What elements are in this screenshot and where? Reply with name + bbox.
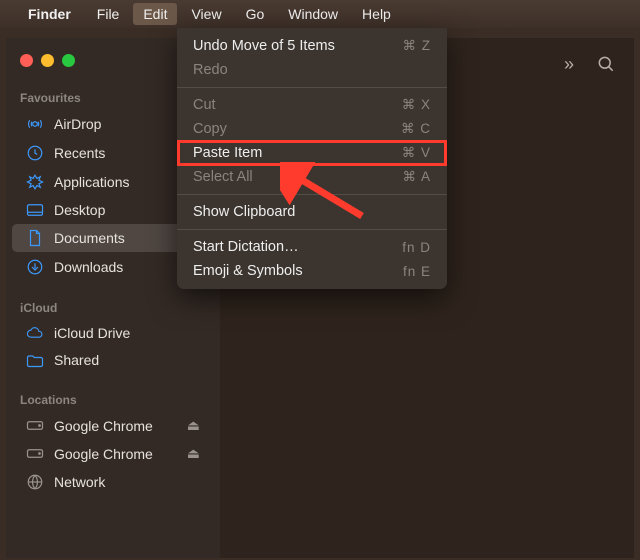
menu-item-label: Select All [193, 169, 253, 185]
shortcut: ⌘ X [402, 97, 431, 113]
sidebar-item-label: Desktop [54, 202, 105, 218]
menubar: Finder File Edit View Go Window Help [0, 0, 640, 28]
shortcut: ⌘ Z [403, 38, 432, 54]
sidebar-item-disk[interactable]: Google Chrome ⏏ [12, 440, 214, 467]
downloads-icon [26, 258, 44, 276]
sidebar-item-network[interactable]: Network [12, 468, 214, 496]
menu-item-cut: Cut ⌘ X [177, 93, 447, 117]
section-icloud: iCloud [6, 295, 220, 319]
sidebar-item-label: Documents [54, 230, 125, 246]
overflow-icon[interactable]: » [564, 54, 574, 75]
menu-item-start-dictation[interactable]: Start Dictation… fn D [177, 235, 447, 259]
menu-item-paste[interactable]: Paste Item ⌘ V [177, 140, 447, 166]
search-icon[interactable] [596, 54, 616, 74]
sidebar-item-label: AirDrop [54, 116, 101, 132]
app-name[interactable]: Finder [20, 3, 79, 25]
menu-item-label: Paste Item [193, 145, 262, 161]
sidebar-item-label: Applications [54, 174, 130, 190]
menu-item-show-clipboard[interactable]: Show Clipboard [177, 200, 447, 224]
shared-folder-icon [26, 353, 44, 368]
menu-go[interactable]: Go [236, 3, 275, 25]
menu-item-label: Redo [193, 62, 228, 78]
eject-icon[interactable]: ⏏ [187, 445, 200, 462]
sidebar-item-label: Network [54, 474, 105, 490]
edit-dropdown: Undo Move of 5 Items ⌘ Z Redo Cut ⌘ X Co… [177, 28, 447, 289]
sidebar-item-label: Shared [54, 352, 99, 368]
shortcut: fn D [402, 240, 431, 255]
applications-icon [26, 173, 44, 191]
menu-item-undo[interactable]: Undo Move of 5 Items ⌘ Z [177, 34, 447, 58]
sidebar-item-icloud-drive[interactable]: iCloud Drive [12, 320, 214, 346]
menu-file[interactable]: File [87, 3, 130, 25]
icloud-icon [26, 326, 44, 340]
menu-edit[interactable]: Edit [133, 3, 177, 25]
menu-item-label: Undo Move of 5 Items [193, 38, 335, 54]
shortcut: ⌘ C [401, 121, 431, 137]
shortcut: fn E [403, 264, 431, 279]
menu-view[interactable]: View [181, 3, 231, 25]
eject-icon[interactable]: ⏏ [187, 417, 200, 434]
shortcut: ⌘ A [402, 169, 431, 185]
sidebar-item-shared[interactable]: Shared [12, 347, 214, 373]
disk-icon [26, 420, 44, 431]
sidebar-item-disk[interactable]: Google Chrome ⏏ [12, 412, 214, 439]
network-icon [26, 473, 44, 491]
menu-item-label: Cut [193, 97, 216, 113]
document-icon [26, 229, 44, 247]
menu-item-copy: Copy ⌘ C [177, 117, 447, 141]
desktop-icon [26, 203, 44, 217]
menu-separator [177, 87, 447, 88]
menu-item-redo: Redo [177, 58, 447, 82]
sidebar-item-label: Google Chrome [54, 446, 153, 462]
menu-item-label: Copy [193, 121, 227, 137]
menu-help[interactable]: Help [352, 3, 401, 25]
disk-icon [26, 448, 44, 459]
menu-item-emoji[interactable]: Emoji & Symbols fn E [177, 259, 447, 283]
airdrop-icon [26, 115, 44, 133]
menu-item-label: Start Dictation… [193, 239, 299, 255]
menu-item-label: Emoji & Symbols [193, 263, 303, 279]
section-locations: Locations [6, 387, 220, 411]
sidebar-item-label: Recents [54, 145, 105, 161]
menu-separator [177, 194, 447, 195]
minimize-button[interactable] [41, 54, 54, 67]
menu-separator [177, 229, 447, 230]
sidebar-item-label: Downloads [54, 259, 123, 275]
sidebar-item-label: iCloud Drive [54, 325, 130, 341]
sidebar-item-label: Google Chrome [54, 418, 153, 434]
clock-icon [26, 144, 44, 162]
menu-item-label: Show Clipboard [193, 204, 295, 220]
close-button[interactable] [20, 54, 33, 67]
shortcut: ⌘ V [402, 145, 431, 161]
menu-window[interactable]: Window [278, 3, 348, 25]
menu-item-select-all: Select All ⌘ A [177, 165, 447, 189]
fullscreen-button[interactable] [62, 54, 75, 67]
